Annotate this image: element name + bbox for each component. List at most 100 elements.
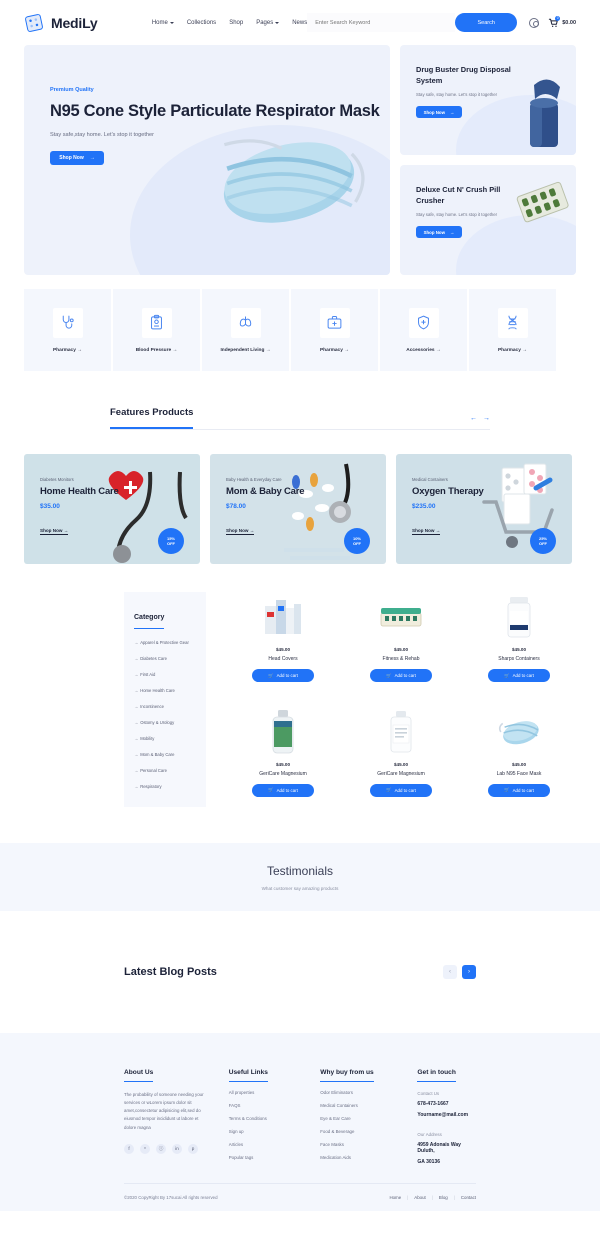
category-link[interactable]: → Mobility xyxy=(134,736,196,741)
add-to-cart-button[interactable]: 🛒 Add to cart xyxy=(252,669,314,682)
hero-cta-label: Shop Now xyxy=(59,155,84,162)
footer-link[interactable]: Face Masks xyxy=(320,1142,399,1147)
cart-icon: 🛒 xyxy=(386,672,392,678)
product-card[interactable]: $45.00 Lab N95 Face Mask 🛒 Add to cart xyxy=(462,707,576,808)
category-card-blood-pressure[interactable]: Blood Pressure → xyxy=(113,289,200,371)
footer-column-about: About Us The probability of someone need… xyxy=(124,1061,211,1165)
shield-cross-icon xyxy=(408,307,439,338)
bottom-link-contact[interactable]: Contact xyxy=(461,1195,476,1200)
category-link[interactable]: → Apparel & Protective Gear xyxy=(134,640,196,645)
arrow-right-icon: → xyxy=(89,155,95,162)
product-image xyxy=(260,707,306,757)
add-to-cart-button[interactable]: 🛒 Add to cart xyxy=(252,783,314,797)
feature-card-oxygen-therapy[interactable]: 25% OFF Medical Containers Oxygen Therap… xyxy=(396,454,572,564)
pinterest-icon[interactable]: p xyxy=(188,1143,198,1154)
footer-link[interactable]: Sign up xyxy=(229,1129,303,1134)
cart-icon: 🛒 xyxy=(504,787,510,792)
add-to-cart-label: Add to cart xyxy=(276,787,298,793)
feature-shop-now-link[interactable]: Shop Now → xyxy=(412,528,441,535)
nav-item-collections[interactable]: Collections xyxy=(187,20,216,26)
feature-shop-now-link[interactable]: Shop Now → xyxy=(226,528,255,535)
nav-item-news[interactable]: News xyxy=(292,20,307,26)
category-link[interactable]: → Respiratory xyxy=(134,784,196,789)
search-button[interactable]: Search xyxy=(455,13,518,32)
cart-button[interactable]: 0 $0.00 xyxy=(548,15,576,28)
instagram-icon[interactable]: ⓘ xyxy=(156,1143,166,1154)
footer-link[interactable]: Odor Eliminators xyxy=(320,1090,399,1095)
search-input[interactable] xyxy=(307,13,456,32)
footer-link[interactable]: Popular tags xyxy=(229,1155,303,1160)
product-card[interactable]: $45.00 GeriCare Magnesium 🛒 Add to cart xyxy=(344,707,458,808)
feature-card-home-health-care[interactable]: 15% OFF Diabetes Monitors Home Health Ca… xyxy=(24,454,200,564)
add-to-cart-button[interactable]: 🛒 Add to cart xyxy=(488,669,550,682)
chevron-down-icon xyxy=(275,21,280,24)
add-to-cart-button[interactable]: 🛒 Add to cart xyxy=(488,783,550,797)
arrow-right-icon: → xyxy=(134,672,139,677)
footer-link[interactable]: Eye & Ear Care xyxy=(320,1116,399,1121)
category-card-pharmacy-dna[interactable]: Pharmacy → xyxy=(469,289,556,371)
footer-title-about: About Us xyxy=(124,1069,154,1082)
bottom-link-about[interactable]: About xyxy=(414,1195,425,1200)
twitter-icon[interactable]: ᵛ xyxy=(140,1143,150,1154)
category-link[interactable]: → Mom & Baby Care xyxy=(134,752,196,757)
address-line-2: GA 30136 xyxy=(417,1159,441,1165)
blog-prev-button[interactable]: ‹ xyxy=(443,965,457,979)
product-card[interactable]: $45.00 Sharps Containers 🛒 Add to cart xyxy=(462,592,576,693)
side-banner-shop-button[interactable]: Shop Now → xyxy=(416,106,462,119)
side-banner-pill-crusher: Deluxe Cut N' Crush Pill Crusher Stay sa… xyxy=(400,165,576,275)
product-card[interactable]: $45.00 GeriCare Magnesium 🛒 Add to cart xyxy=(226,707,340,808)
blog-next-button[interactable]: › xyxy=(462,965,476,979)
bottom-link-home[interactable]: Home xyxy=(389,1195,401,1200)
category-card-independent-living[interactable]: Independent Living → xyxy=(202,289,289,371)
feature-shop-now-link[interactable]: Shop Now → xyxy=(40,528,69,535)
side-banner-shop-button[interactable]: Shop Now → xyxy=(416,226,462,239)
footer-link[interactable]: All properties xyxy=(229,1090,303,1095)
features-prev-arrow[interactable]: ← xyxy=(470,415,477,422)
nav-item-home[interactable]: Home xyxy=(152,20,174,26)
cart-icon: 🛒 xyxy=(386,787,392,792)
add-to-cart-button[interactable]: 🛒 Add to cart xyxy=(370,669,432,682)
hero-eyebrow: Premium Quality xyxy=(50,87,94,93)
footer-link[interactable]: Food & Beverage xyxy=(320,1129,399,1134)
footer-link[interactable]: Medication Aids xyxy=(320,1155,399,1160)
pill-organizer-image xyxy=(380,608,422,627)
arrow-right-icon: → xyxy=(134,736,139,741)
category-card-accessories[interactable]: Accessories → xyxy=(380,289,467,371)
category-link[interactable]: → Diabetes Care xyxy=(134,656,196,661)
bottom-link-blog[interactable]: Blog xyxy=(439,1195,448,1200)
product-card[interactable]: $45.00 Fitness & Rehab 🛒 Add to cart xyxy=(344,592,458,693)
footer-bottom-links: Home | About | Blog | Contact xyxy=(389,1195,476,1200)
category-link[interactable]: → Ostomy & Urology xyxy=(134,720,196,725)
contact-email[interactable]: Yourname@mail.com xyxy=(417,1112,476,1118)
blog-nav: ‹ › xyxy=(443,965,476,979)
hero-shop-now-button[interactable]: Shop Now → xyxy=(50,151,104,166)
footer-column-useful-links: Useful Links All properties FAQS Terms &… xyxy=(228,1061,303,1165)
footer-columns: About Us The probability of someone need… xyxy=(124,1061,476,1165)
site-logo[interactable]: MediLy xyxy=(24,13,130,33)
nav-item-pages[interactable]: Pages xyxy=(256,20,280,26)
feature-card-mom-baby-care[interactable]: 10% OFF Baby Health & Everyday Care Mom … xyxy=(210,454,386,564)
testimonials-section: Testimonials What customer say amazing p… xyxy=(0,843,600,911)
contact-phone[interactable]: 678-473-1667 xyxy=(417,1101,476,1107)
footer-link[interactable]: Articles xyxy=(229,1142,303,1147)
feature-price: $235.00 xyxy=(412,503,436,510)
add-to-cart-button[interactable]: 🛒 Add to cart xyxy=(370,783,432,797)
category-link[interactable]: → Home Health Care xyxy=(134,688,196,693)
user-account-icon[interactable] xyxy=(529,17,540,28)
category-link[interactable]: → First Aid xyxy=(134,672,196,677)
facebook-icon[interactable]: f xyxy=(124,1143,134,1154)
category-link[interactable]: → Incontinence xyxy=(134,704,196,709)
footer-link[interactable]: Medical Containers xyxy=(320,1103,399,1108)
category-card-pharmacy-kit[interactable]: Pharmacy → xyxy=(291,289,378,371)
lungs-icon xyxy=(230,307,261,338)
linkedin-icon[interactable]: in xyxy=(172,1143,182,1154)
product-card[interactable]: $45.00 Head Covers 🛒 Add to cart xyxy=(226,592,340,693)
add-to-cart-label: Add to cart xyxy=(512,787,534,793)
category-link[interactable]: → Personal Care xyxy=(134,768,196,773)
footer-link[interactable]: FAQS xyxy=(229,1103,303,1108)
feature-eyebrow: Baby Health & Everyday Care xyxy=(226,477,282,482)
footer-link[interactable]: Terms & Conditions xyxy=(229,1116,303,1121)
nav-item-shop[interactable]: Shop xyxy=(229,20,243,26)
features-next-arrow[interactable]: → xyxy=(483,415,490,422)
category-card-pharmacy-stethoscope[interactable]: Pharmacy → xyxy=(24,289,111,371)
